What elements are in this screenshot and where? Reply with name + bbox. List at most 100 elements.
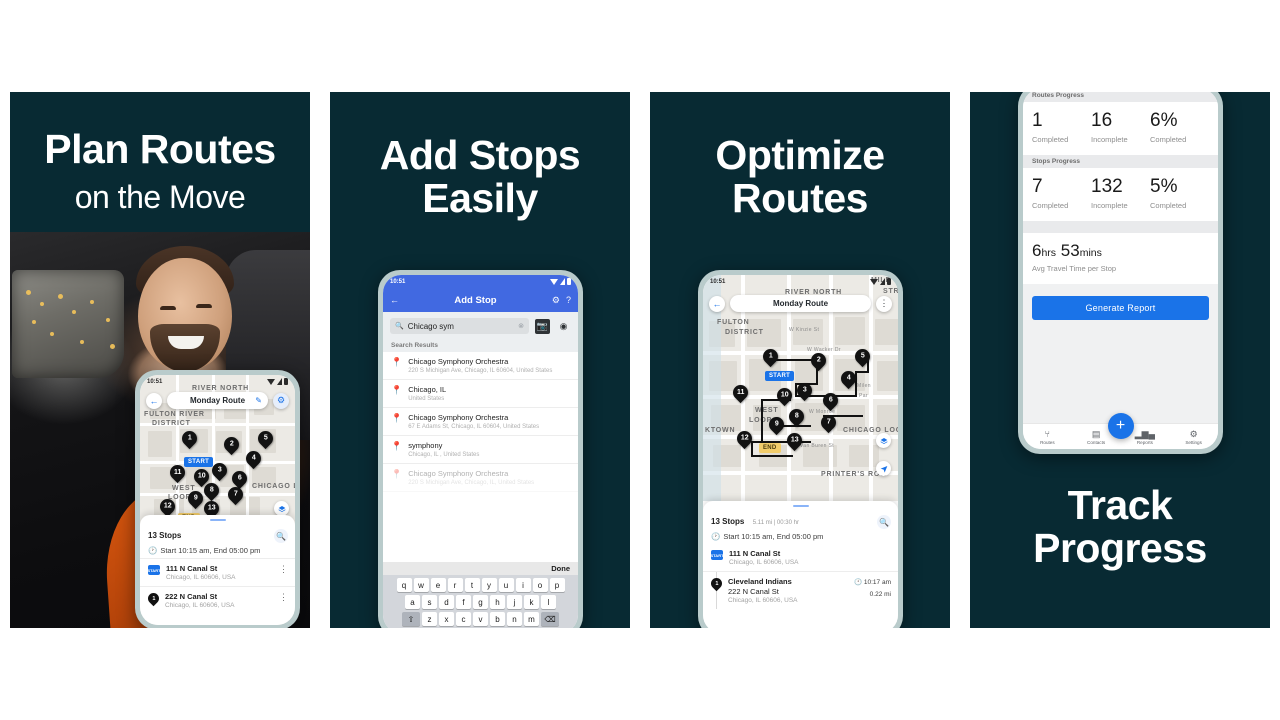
edit-pencil-icon[interactable]: ✎ [255, 396, 262, 405]
sheet-search-icon[interactable]: 🔍 [274, 529, 288, 543]
back-arrow-icon[interactable]: ← [390, 295, 399, 305]
section-header-stops: Stops Progress [1023, 155, 1218, 168]
key[interactable]: t [464, 578, 480, 592]
search-result-item[interactable]: 📍 Chicago, IL United States [383, 380, 578, 408]
key[interactable]: w [413, 578, 429, 592]
stop-name: 222 N Canal St [728, 587, 779, 596]
stop-address: Chicago, IL 60606, USA [166, 574, 236, 581]
progress-dashboard: Routes Progress 1 Completed 16 Incomplet… [1023, 92, 1218, 449]
sheet-grab-handle[interactable] [209, 519, 226, 521]
end-badge: END [759, 443, 781, 453]
key[interactable]: e [430, 578, 446, 592]
shift-key[interactable]: ⇧ [402, 612, 420, 626]
search-result-item[interactable]: 📍 symphony Chicago, IL , United States [383, 436, 578, 464]
search-result-item[interactable]: 📍 Chicago Symphony Orchestra 220 S Michi… [383, 464, 578, 492]
key[interactable]: o [532, 578, 548, 592]
key[interactable]: y [481, 578, 497, 592]
sheet-header-1: 13 Stops 🕐 Start 10:15 am, End 05:00 pm [140, 524, 295, 558]
generate-report-button[interactable]: Generate Report [1032, 296, 1209, 320]
keyboard-done-button[interactable]: Done [383, 562, 578, 575]
stat-cell: 5% Completed [1150, 177, 1209, 210]
tab-label: Routes [1040, 439, 1055, 445]
tab-routes[interactable]: ⑂ Routes [1030, 429, 1064, 445]
key[interactable]: q [396, 578, 412, 592]
phone-mockup-add-stops: 10:51 ← Add Stop ⚙ ? 🔍 Chicago sym ⊗ 📷 ◉… [378, 270, 583, 628]
map-label: CHICAGO LO [252, 483, 295, 490]
stop-number-pin: 1 [145, 590, 162, 607]
settings-gear-icon[interactable]: ⚙ [273, 392, 289, 409]
status-icons [267, 378, 288, 385]
result-name: Chicago Symphony Orchestra [408, 469, 509, 478]
on-screen-keyboard[interactable]: q w e r t y u i o p a s d f g h j k l ⇧ … [383, 575, 578, 628]
row-menu-icon[interactable]: ⋮ [279, 565, 288, 574]
key[interactable]: b [490, 612, 505, 626]
camera-icon[interactable]: 📷 [535, 318, 550, 334]
key[interactable]: i [515, 578, 531, 592]
key[interactable]: c [456, 612, 471, 626]
key[interactable]: g [473, 595, 488, 609]
key[interactable]: s [422, 595, 437, 609]
sheet-grab-handle[interactable] [792, 505, 809, 507]
back-button[interactable]: ← [709, 295, 725, 312]
key[interactable]: k [524, 595, 539, 609]
settings-gear-icon[interactable]: ⚙ [552, 295, 560, 306]
stops-bottom-sheet-3[interactable]: 13 Stops 5.11 mi | 00:30 hr 🕐 Start 10:1… [703, 501, 898, 628]
key[interactable]: z [422, 612, 437, 626]
key[interactable]: d [439, 595, 454, 609]
stop-row[interactable]: 1 Cleveland Indians 222 N Canal St Chica… [703, 571, 898, 609]
search-result-item[interactable]: 📍 Chicago Symphony Orchestra 220 S Michi… [383, 352, 578, 380]
clear-icon[interactable]: ⊗ [518, 322, 524, 330]
key[interactable]: v [473, 612, 488, 626]
stop-row[interactable]: START 111 N Canal St Chicago, IL 60606, … [703, 544, 898, 571]
route-title: Monday Route [189, 396, 246, 405]
status-bar-1: 10:51 [140, 375, 295, 388]
key[interactable]: f [456, 595, 471, 609]
stop-row[interactable]: 1 222 N Canal St Chicago, IL 60606, USA … [140, 586, 295, 614]
current-location-icon[interactable]: ◉ [556, 319, 571, 334]
key[interactable]: r [447, 578, 463, 592]
backspace-key[interactable]: ⌫ [541, 612, 559, 626]
overflow-menu-icon[interactable]: ⋮ [876, 295, 892, 312]
settings-icon: ⚙ [1189, 428, 1198, 439]
search-input[interactable]: 🔍 Chicago sym ⊗ [390, 318, 529, 334]
tab-reports[interactable]: ▂▆▄ Reports [1128, 429, 1162, 445]
key[interactable]: u [498, 578, 514, 592]
map-layers-button[interactable] [876, 433, 891, 448]
stat-cell: 7 Completed [1032, 177, 1091, 210]
key[interactable]: j [507, 595, 522, 609]
key[interactable]: n [507, 612, 522, 626]
key[interactable]: h [490, 595, 505, 609]
status-bar-2: 10:51 [383, 275, 578, 288]
key[interactable]: m [524, 612, 539, 626]
panel-3-headline-line1: Optimize [715, 132, 885, 178]
route-title-pill[interactable]: Monday Route ✎ [167, 392, 268, 409]
stop-row[interactable]: START 111 N Canal St Chicago, IL 60606, … [140, 558, 295, 586]
stops-bottom-sheet-1[interactable]: 13 Stops 🕐 Start 10:15 am, End 05:00 pm … [140, 515, 295, 625]
tab-settings[interactable]: ⚙ Settings [1177, 429, 1211, 445]
add-fab-button[interactable]: + [1107, 413, 1134, 439]
key[interactable]: x [439, 612, 454, 626]
stat-value: 16 [1091, 110, 1113, 131]
key[interactable]: p [549, 578, 565, 592]
row-menu-icon[interactable]: ⋮ [279, 593, 288, 602]
route-title-pill[interactable]: Monday Route [730, 295, 871, 312]
search-result-item[interactable]: 📍 Chicago Symphony Orchestra 67 E Adams … [383, 408, 578, 436]
status-time: 10:51 [390, 278, 406, 285]
stop-address: Chicago, IL 60606, USA [729, 559, 799, 566]
panel-4-headline-line1: Track [1067, 482, 1173, 528]
map-label: Par [859, 393, 868, 399]
panel-3-headline: Optimize Routes [650, 132, 950, 221]
sheet-search-icon[interactable]: 🔍 [877, 515, 891, 529]
help-icon[interactable]: ? [566, 295, 571, 305]
search-icon: 🔍 [395, 323, 404, 330]
back-button[interactable]: ← [146, 392, 162, 409]
key[interactable]: l [541, 595, 556, 609]
my-location-button[interactable] [876, 461, 891, 476]
map-label: STR [883, 288, 898, 295]
phone-screen-4: Routes Progress 1 Completed 16 Incomplet… [1023, 92, 1218, 449]
key[interactable]: a [405, 595, 420, 609]
stop-meta: 🕐 10:17 am 0.22 mi [854, 578, 891, 598]
routes-progress-stats: 1 Completed 16 Incomplete 6% Completed [1023, 102, 1218, 155]
stat-value: 7 [1032, 176, 1043, 197]
map-layers-button[interactable] [274, 501, 289, 516]
